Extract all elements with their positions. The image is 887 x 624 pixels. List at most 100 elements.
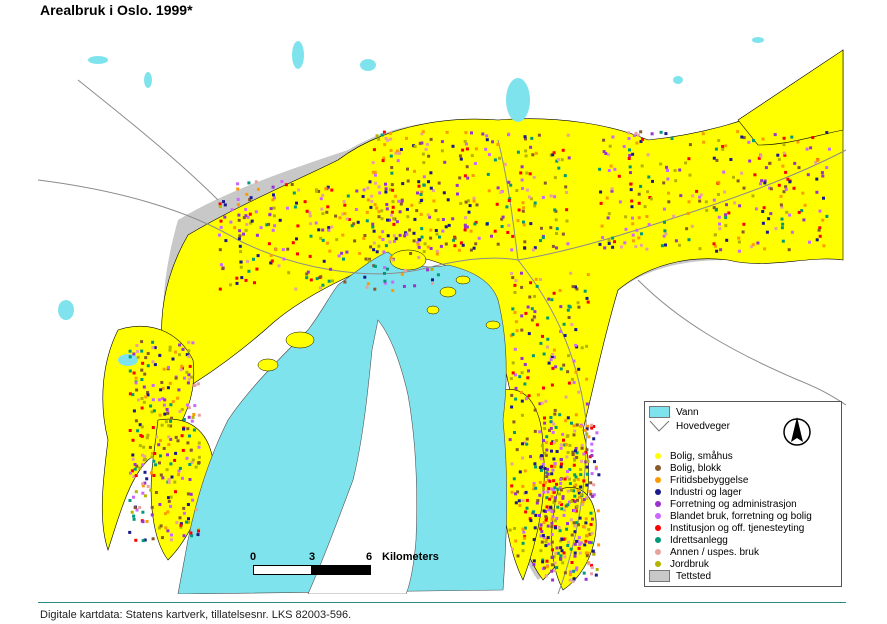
land-use-dot	[572, 359, 576, 363]
land-use-dot	[388, 240, 392, 244]
land-use-dot	[272, 193, 275, 197]
land-use-dot	[440, 140, 444, 144]
land-use-dot	[528, 295, 532, 299]
land-use-dot	[373, 203, 377, 207]
land-use-dot	[704, 200, 708, 204]
land-use-dot	[465, 147, 469, 151]
land-use-dot	[369, 205, 373, 209]
land-use-dot	[574, 475, 578, 479]
land-use-dot	[555, 246, 558, 250]
land-use-dot	[513, 347, 517, 351]
land-use-dot	[384, 190, 388, 194]
land-use-dot	[373, 170, 377, 174]
land-use-dot	[396, 159, 400, 163]
land-use-dot	[511, 371, 515, 375]
land-use-dot	[546, 536, 550, 540]
land-use-dot	[582, 571, 586, 575]
land-use-dot	[390, 183, 394, 187]
land-use-dot	[549, 194, 553, 198]
land-use-dot	[550, 517, 554, 521]
land-use-dot	[135, 464, 139, 468]
land-use-dot	[651, 179, 654, 183]
land-use-dot	[159, 454, 162, 458]
land-use-dot	[149, 404, 153, 408]
land-use-dot	[592, 552, 596, 556]
legend-item-label: Fritidsbebyggelse	[670, 474, 749, 486]
land-use-dot	[574, 449, 577, 453]
land-use-dot	[525, 442, 529, 446]
land-use-dot	[434, 209, 438, 213]
land-use-dot	[577, 367, 581, 371]
land-use-dot	[821, 218, 825, 222]
land-use-dot	[430, 267, 434, 271]
land-use-dot	[535, 284, 539, 288]
land-use-dot	[132, 495, 135, 499]
land-use-dot	[548, 497, 552, 501]
land-use-dot	[235, 276, 239, 280]
land-use-dot	[546, 316, 550, 320]
land-use-dot	[529, 281, 533, 285]
land-use-dot	[390, 171, 394, 175]
land-use-dot	[520, 399, 524, 403]
land-use-dot	[725, 238, 729, 242]
land-use-dot	[590, 423, 594, 427]
land-use-dot	[398, 233, 402, 237]
land-use-dot	[639, 243, 643, 247]
land-use-dot	[579, 493, 583, 497]
land-use-dot	[138, 466, 142, 470]
land-use-dot	[187, 377, 191, 381]
land-use-dot	[725, 203, 728, 207]
land-use-dot	[324, 187, 328, 191]
land-use-dot	[399, 202, 403, 206]
land-use-dot	[559, 546, 563, 550]
land-use-dot	[345, 250, 349, 254]
land-use-dot	[590, 572, 593, 576]
land-use-dot	[561, 561, 565, 565]
land-use-dot	[190, 534, 194, 538]
land-use-dot	[381, 230, 385, 234]
land-use-dot	[550, 525, 554, 529]
land-use-dot	[267, 222, 271, 226]
land-use-dot	[792, 186, 796, 190]
land-use-dot	[182, 506, 186, 510]
land-use-dot	[568, 573, 572, 577]
land-use-dot	[464, 142, 468, 146]
land-use-dot	[400, 199, 404, 203]
land-use-dot	[153, 363, 157, 367]
land-use-dot	[179, 368, 183, 372]
land-use-dot	[469, 248, 473, 252]
land-use-dot	[590, 494, 594, 498]
land-use-dot	[180, 364, 184, 368]
land-use-dot	[292, 191, 296, 195]
land-use-dot	[699, 193, 703, 197]
legend-swatch	[655, 537, 661, 543]
land-use-dot	[602, 150, 606, 154]
land-use-dot	[421, 130, 425, 134]
land-use-dot	[597, 543, 601, 547]
land-use-dot	[782, 136, 786, 140]
land-use-dot	[542, 439, 545, 442]
land-use-dot	[458, 176, 462, 180]
land-use-dot	[365, 219, 369, 223]
land-use-dot	[620, 245, 623, 249]
land-use-dot	[284, 183, 288, 187]
land-use-dot	[377, 210, 381, 214]
land-use-dot	[422, 161, 426, 165]
land-use-dot	[607, 239, 611, 243]
land-use-dot	[514, 539, 518, 543]
land-use-dot	[608, 144, 612, 148]
land-use-dot	[623, 241, 627, 245]
land-use-dot	[437, 181, 441, 185]
land-use-dot	[143, 454, 147, 458]
land-use-dot	[637, 192, 641, 196]
land-use-dot	[558, 413, 562, 417]
land-use-dot	[580, 346, 584, 350]
land-use-dot	[529, 455, 532, 459]
land-use-dot	[811, 136, 815, 139]
legend-roads-label: Hovedveger	[676, 420, 730, 432]
land-use-dot	[550, 533, 554, 536]
land-use-dot	[485, 222, 489, 226]
land-use-dot	[398, 210, 402, 214]
land-use-dot	[803, 203, 807, 207]
land-use-dot	[140, 397, 144, 400]
